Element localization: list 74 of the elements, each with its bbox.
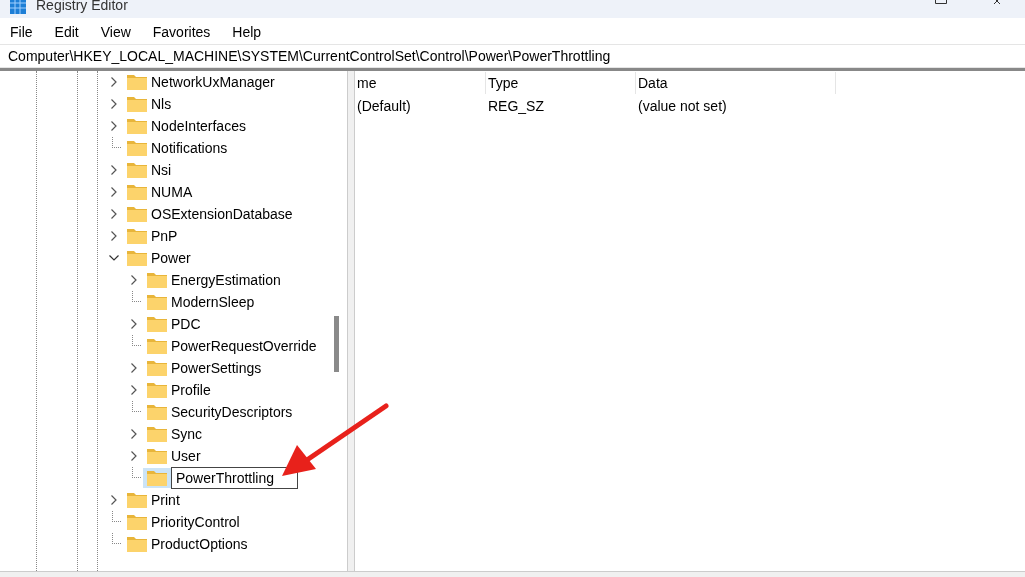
- folder-icon: [127, 74, 147, 90]
- folder-icon: [127, 184, 147, 200]
- expand-chevron-icon[interactable]: [131, 275, 137, 285]
- folder-icon: [127, 96, 147, 112]
- folder-icon: [147, 272, 167, 288]
- menu-item[interactable]: View: [100, 21, 131, 43]
- folder-icon: [147, 338, 167, 354]
- tree-item[interactable]: NetworkUxManager: [151, 71, 275, 93]
- expand-chevron-icon[interactable]: [111, 99, 117, 109]
- tree-item[interactable]: Nsi: [151, 159, 172, 181]
- tree-item[interactable]: EnergyEstimation: [171, 269, 281, 291]
- column-header[interactable]: Type: [486, 72, 636, 94]
- folder-icon: [147, 316, 167, 332]
- table-cell: (value not set): [638, 97, 727, 114]
- folder-icon: [147, 426, 167, 442]
- app-icon: [10, 0, 26, 14]
- menu-item[interactable]: Favorites: [152, 21, 211, 43]
- expand-chevron-icon[interactable]: [111, 77, 117, 87]
- menu-item[interactable]: Help: [232, 21, 262, 43]
- expand-chevron-icon[interactable]: [131, 319, 137, 329]
- expand-chevron-icon[interactable]: [131, 451, 137, 461]
- folder-icon: [147, 382, 167, 398]
- tree-item[interactable]: User: [171, 445, 201, 467]
- expand-chevron-icon[interactable]: [111, 165, 117, 175]
- folder-icon: [127, 492, 147, 508]
- menu-item[interactable]: Edit: [54, 21, 79, 43]
- tree-item[interactable]: PowerRequestOverride: [171, 335, 317, 357]
- table-cell: REG_SZ: [488, 97, 544, 114]
- column-header[interactable]: me: [355, 72, 486, 94]
- expand-chevron-icon[interactable]: [111, 231, 117, 241]
- table-cell: (Default): [357, 97, 411, 114]
- tree-item[interactable]: Profile: [171, 379, 211, 401]
- folder-icon: [127, 514, 147, 530]
- tree-item[interactable]: Sync: [171, 423, 203, 445]
- folder-icon: [147, 360, 167, 376]
- rename-field[interactable]: PowerThrottling: [171, 467, 298, 489]
- folder-icon: [147, 448, 167, 464]
- column-header[interactable]: Data: [636, 72, 836, 94]
- tree-item[interactable]: NUMA: [151, 181, 193, 203]
- menu-item[interactable]: File: [10, 21, 33, 43]
- folder-icon: [127, 162, 147, 178]
- folder-icon: [127, 250, 147, 266]
- tree-item[interactable]: OSExtensionDatabase: [151, 203, 293, 225]
- tree-item[interactable]: Print: [151, 489, 180, 511]
- expand-chevron-icon[interactable]: [131, 385, 137, 395]
- tree-item[interactable]: Notifications: [151, 137, 228, 159]
- tree-item[interactable]: NodeInterfaces: [151, 115, 246, 137]
- tree-item[interactable]: PDC: [171, 313, 201, 335]
- folder-icon: [127, 206, 147, 222]
- tree-item[interactable]: Nls: [151, 93, 172, 115]
- tree-item[interactable]: PriorityControl: [151, 511, 240, 533]
- folder-icon: [127, 140, 147, 156]
- expand-chevron-icon[interactable]: [111, 187, 117, 197]
- tree-item[interactable]: ModernSleep: [171, 291, 255, 313]
- window-title: Registry Editor: [36, 0, 128, 14]
- folder-icon: [147, 404, 167, 420]
- expand-chevron-icon[interactable]: [111, 121, 117, 131]
- expand-chevron-icon[interactable]: [131, 363, 137, 373]
- tree-item[interactable]: PnP: [151, 225, 178, 247]
- expand-chevron-icon[interactable]: [131, 429, 137, 439]
- tree-item[interactable]: Power: [151, 247, 191, 269]
- folder-icon: [147, 294, 167, 310]
- folder-icon: [127, 118, 147, 134]
- collapse-chevron-icon[interactable]: [109, 255, 119, 261]
- address-bar[interactable]: Computer\HKEY_LOCAL_MACHINE\SYSTEM\CurrentControlSet\Control\Power\PowerThrottling: [8, 45, 611, 67]
- scrollbar-thumb[interactable]: [334, 316, 339, 372]
- folder-icon: [147, 470, 167, 486]
- tree-item[interactable]: PowerSettings: [171, 357, 262, 379]
- tree-item[interactable]: ProductOptions: [151, 533, 248, 555]
- expand-chevron-icon[interactable]: [111, 495, 117, 505]
- tree-item[interactable]: SecurityDescriptors: [171, 401, 293, 423]
- expand-chevron-icon[interactable]: [111, 209, 117, 219]
- folder-icon: [127, 536, 147, 552]
- folder-icon: [127, 228, 147, 244]
